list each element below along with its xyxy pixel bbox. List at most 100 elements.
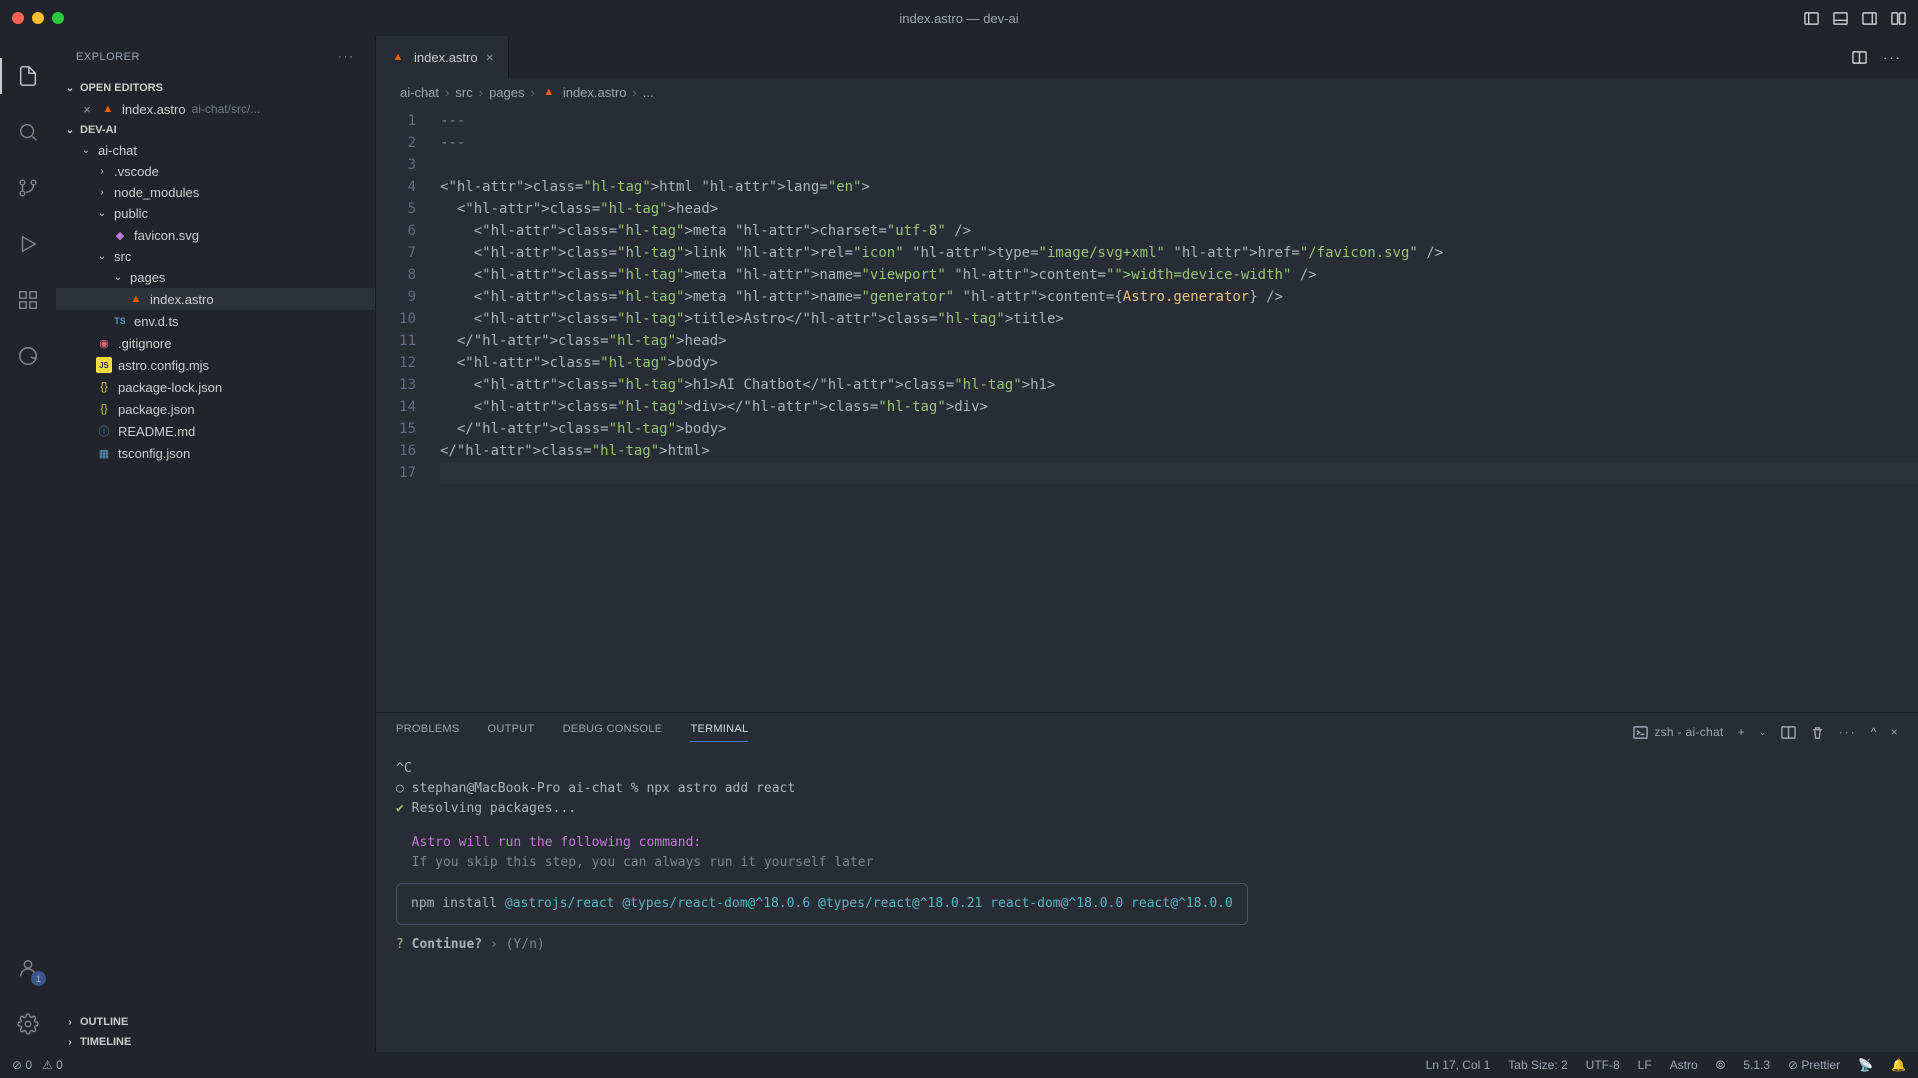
ts-file-icon: TS [112,313,128,329]
edge-icon [17,345,39,367]
info-file-icon: ⓘ [96,423,112,439]
status-version[interactable]: 5.1.3 [1743,1058,1770,1072]
tab-index-astro[interactable]: ▲ index.astro × [376,36,509,78]
layout-icon[interactable] [1891,11,1906,26]
outline-section[interactable]: › OUTLINE [56,1012,375,1032]
file-package-json[interactable]: {}package.json [56,398,375,420]
status-feedback-icon[interactable]: 📡 [1858,1058,1873,1072]
panel-bottom-icon[interactable] [1833,11,1848,26]
status-tabsize[interactable]: Tab Size: 2 [1508,1058,1567,1072]
file-tsconfig[interactable]: ▦tsconfig.json [56,442,375,464]
editor-tab-actions: ··· [1836,36,1918,78]
new-terminal-icon[interactable]: + [1738,725,1745,739]
folder-ai-chat[interactable]: ⌄ai-chat [56,140,375,161]
terminal-dropdown-icon[interactable]: ⌄ [1759,727,1767,738]
code-editor[interactable]: 1234567891011121314151617 ------ <"hl-at… [376,106,1918,712]
open-editor-item[interactable]: × ▲ index.astro ai-chat/src/... [56,98,375,120]
close-window-button[interactable] [12,12,24,24]
run-debug-activity[interactable] [0,216,56,272]
folder-label: .vscode [114,164,159,179]
panel-tab-problems[interactable]: PROBLEMS [396,723,460,741]
shell-name: zsh - ai-chat [1654,725,1723,739]
browser-activity[interactable] [0,328,56,384]
chevron-down-icon: ⌄ [80,145,92,156]
status-bell-icon[interactable]: 🔔 [1891,1058,1906,1072]
close-panel-icon[interactable]: × [1891,725,1898,739]
status-cursor[interactable]: Ln 17, Col 1 [1426,1058,1491,1072]
panel-left-icon[interactable] [1804,11,1819,26]
breadcrumb-item[interactable]: index.astro [563,85,627,100]
source-control-activity[interactable] [0,160,56,216]
panel-actions: zsh - ai-chat + ⌄ ··· ^ × [1633,725,1898,740]
astro-file-icon: ▲ [128,291,144,307]
terminal-shell-selector[interactable]: zsh - ai-chat [1633,725,1723,740]
panel-tabs: PROBLEMS OUTPUT DEBUG CONSOLE TERMINAL z… [376,713,1918,751]
chevron-right-icon: › [96,166,108,177]
extensions-icon [17,289,39,311]
breadcrumbs[interactable]: ai-chat› src› pages› ▲ index.astro› ... [376,78,1918,106]
breadcrumb-item[interactable]: pages [489,85,524,100]
file-label: index.astro [150,292,214,307]
breadcrumb-item[interactable]: src [455,85,472,100]
file-favicon[interactable]: ◆favicon.svg [56,224,375,246]
explorer-activity[interactable] [0,48,56,104]
file-env-d-ts[interactable]: TSenv.d.ts [56,310,375,332]
split-editor-icon[interactable] [1852,50,1867,65]
status-prettier[interactable]: ⊘ Prettier [1788,1058,1840,1072]
file-index-astro[interactable]: ▲ index.astro [56,288,375,310]
terminal-icon [1633,725,1648,740]
terminal-content[interactable]: ^C ○ stephan@MacBook-Pro ai-chat % npx a… [376,751,1918,1052]
breadcrumb-item[interactable]: ai-chat [400,85,439,100]
chevron-right-icon: › [64,1037,76,1048]
split-terminal-icon[interactable] [1781,725,1796,740]
kill-terminal-icon[interactable] [1810,725,1825,740]
panel-tab-debug-console[interactable]: DEBUG CONSOLE [563,723,663,741]
maximize-window-button[interactable] [52,12,64,24]
astro-file-icon: ▲ [541,84,557,100]
search-activity[interactable] [0,104,56,160]
panel-tab-output[interactable]: OUTPUT [488,723,535,741]
close-tab-icon[interactable]: × [486,49,494,65]
status-encoding[interactable]: UTF-8 [1586,1058,1620,1072]
minimize-window-button[interactable] [32,12,44,24]
panel-tab-terminal[interactable]: TERMINAL [690,723,748,742]
chevron-right-icon: › [632,85,636,100]
sidebar: EXPLORER ··· ⌄ OPEN EDITORS × ▲ index.as… [56,36,376,1052]
status-eol[interactable]: LF [1638,1058,1652,1072]
more-editor-icon[interactable]: ··· [1883,50,1902,65]
file-package-lock[interactable]: {}package-lock.json [56,376,375,398]
extensions-activity[interactable] [0,272,56,328]
folder-vscode[interactable]: › .vscode [56,161,375,182]
file-label: package.json [118,402,195,417]
chevron-right-icon: › [445,85,449,100]
panel-right-icon[interactable] [1862,11,1877,26]
status-language[interactable]: Astro [1670,1058,1698,1072]
folder-label: src [114,249,131,264]
breadcrumb-item[interactable]: ... [643,85,654,100]
status-warnings[interactable]: ⚠ 0 [42,1058,63,1072]
panel-more-icon[interactable]: ··· [1839,725,1857,739]
timeline-label: TIMELINE [80,1036,131,1048]
file-astro-config[interactable]: JSastro.config.mjs [56,354,375,376]
folder-pages[interactable]: ⌄pages [56,267,375,288]
status-errors[interactable]: ⊘ 0 [12,1058,32,1072]
status-copilot-icon[interactable]: ⦾ [1716,1058,1726,1073]
terminal-line: ✔ Resolving packages... [396,799,1898,819]
maximize-panel-icon[interactable]: ^ [1871,725,1877,739]
timeline-section[interactable]: › TIMELINE [56,1032,375,1052]
sidebar-more-icon[interactable]: ··· [338,51,355,63]
account-badge: 1 [31,971,46,986]
workspace-section[interactable]: ⌄ DEV-AI [56,120,375,140]
open-editors-section[interactable]: ⌄ OPEN EDITORS [56,78,375,98]
accounts-activity[interactable]: 1 [0,940,56,996]
settings-activity[interactable] [0,996,56,1052]
file-readme[interactable]: ⓘREADME.md [56,420,375,442]
file-gitignore[interactable]: ◉.gitignore [56,332,375,354]
folder-src[interactable]: ⌄src [56,246,375,267]
folder-public[interactable]: ⌄public [56,203,375,224]
chevron-right-icon: › [96,187,108,198]
close-editor-icon[interactable]: × [80,102,94,117]
code-content[interactable]: ------ <"hl-attr">class="hl-tag">html "h… [440,106,1918,712]
astro-file-icon: ▲ [390,49,406,65]
folder-node-modules[interactable]: ›node_modules [56,182,375,203]
